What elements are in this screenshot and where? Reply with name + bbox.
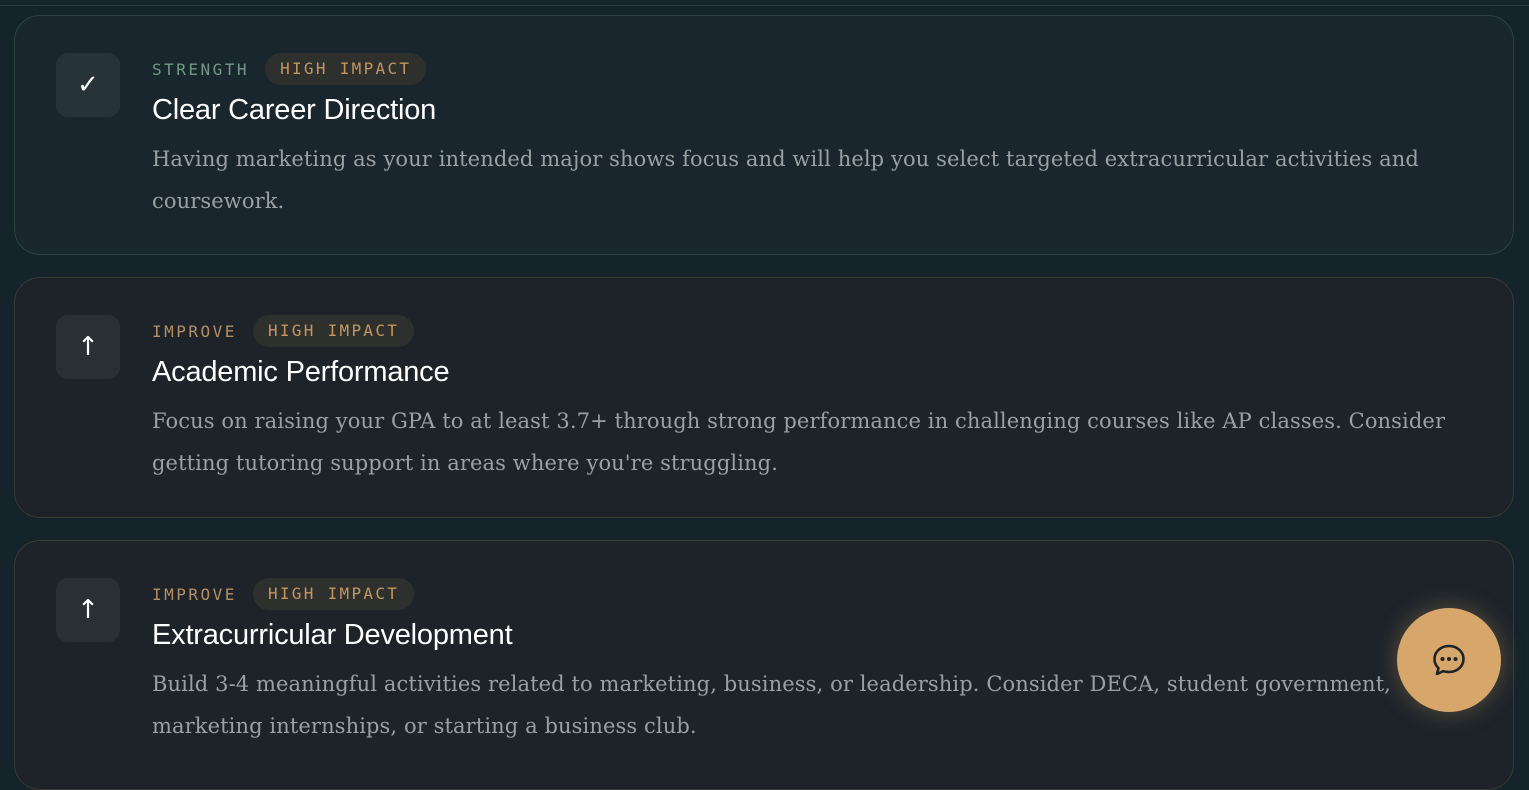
impact-badge: HIGH IMPACT xyxy=(265,53,427,85)
category-label: IMPROVE xyxy=(152,321,237,341)
card-title: Extracurricular Development xyxy=(152,619,513,651)
card-description: Build 3-4 meaningful activities related … xyxy=(152,672,1391,738)
top-edge-divider xyxy=(0,0,1529,6)
card-description: Having marketing as your intended major … xyxy=(152,147,1419,213)
impact-badge: HIGH IMPACT xyxy=(252,578,415,610)
arrow-up-icon: ↑ xyxy=(56,315,120,379)
insight-card-improve-extracurricular: ↑ IMPROVE HIGH IMPACT Extracurricular De… xyxy=(14,540,1514,790)
tag-row: IMPROVE HIGH IMPACT xyxy=(152,578,415,610)
card-description: Focus on raising your GPA to at least 3.… xyxy=(152,409,1446,475)
insight-card-strength: ✓ STRENGTH HIGH IMPACT Clear Career Dire… xyxy=(14,15,1514,255)
impact-badge: HIGH IMPACT xyxy=(252,315,415,347)
chat-bubble-icon xyxy=(1433,644,1465,676)
category-label: STRENGTH xyxy=(152,59,250,79)
tag-row: STRENGTH HIGH IMPACT xyxy=(152,53,427,85)
check-icon: ✓ xyxy=(56,53,120,117)
card-title: Academic Performance xyxy=(152,356,450,388)
arrow-up-icon: ↑ xyxy=(56,578,120,642)
category-label: IMPROVE xyxy=(152,584,237,604)
card-title: Clear Career Direction xyxy=(152,94,437,126)
tag-row: IMPROVE HIGH IMPACT xyxy=(152,315,415,347)
chat-button[interactable] xyxy=(1397,608,1501,712)
insight-card-improve-academic: ↑ IMPROVE HIGH IMPACT Academic Performan… xyxy=(14,277,1514,518)
